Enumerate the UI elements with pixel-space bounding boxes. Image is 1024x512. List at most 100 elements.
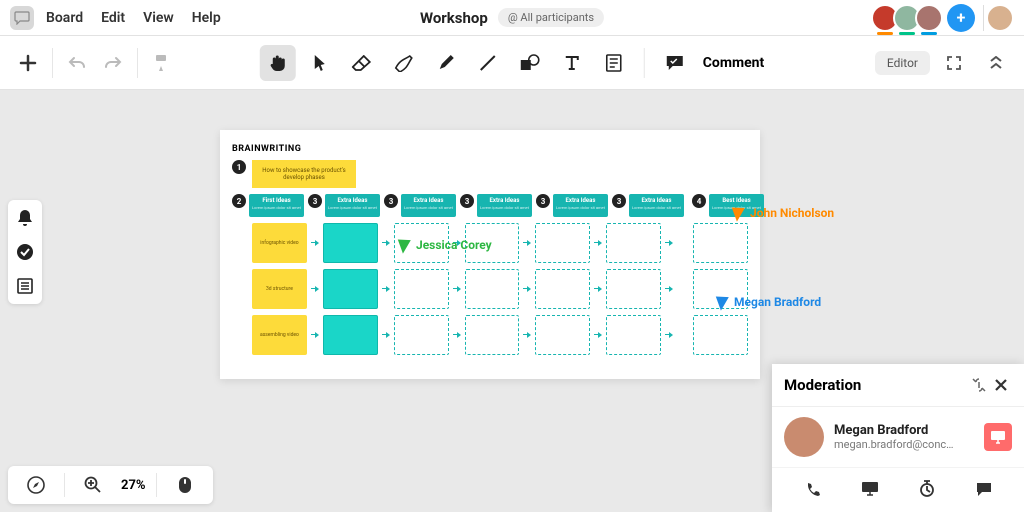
grid-cell[interactable] xyxy=(535,315,590,355)
grid-cell[interactable] xyxy=(535,223,590,263)
divider xyxy=(137,48,138,78)
fullscreen-button[interactable] xyxy=(936,45,972,81)
left-rail xyxy=(8,200,42,304)
present-button[interactable] xyxy=(984,423,1012,451)
list-icon[interactable] xyxy=(15,276,35,296)
mouse-icon[interactable] xyxy=(167,467,203,503)
moderation-panel: Moderation Megan Bradford megan.bradford… xyxy=(772,364,1024,512)
grid-cell[interactable] xyxy=(394,269,449,309)
add-participant-button[interactable]: + xyxy=(947,4,975,32)
close-icon[interactable] xyxy=(990,374,1012,396)
bottom-bar: 27% xyxy=(8,466,213,504)
grid-cell[interactable] xyxy=(394,223,449,263)
grid-cell[interactable] xyxy=(465,315,520,355)
step-dot: 4 xyxy=(692,194,706,208)
menubar: Board Edit View Help Workshop @ All part… xyxy=(0,0,1024,36)
column-header[interactable]: Extra IdeasLorem ipsum dolor sit amet xyxy=(325,194,380,217)
column-header[interactable]: First IdeasLorem ipsum dolor sit amet xyxy=(249,194,304,217)
grid-cell[interactable] xyxy=(323,315,378,355)
undo-button[interactable] xyxy=(59,45,95,81)
column-header[interactable]: Extra IdeasLorem ipsum dolor sit amet xyxy=(629,194,684,217)
divider xyxy=(64,473,65,497)
eraser-tool[interactable] xyxy=(344,45,380,81)
grid-cell[interactable] xyxy=(323,223,378,263)
step-dot: 3 xyxy=(536,194,550,208)
column-header[interactable]: Extra IdeasLorem ipsum dolor sit amet xyxy=(401,194,456,217)
timer-icon[interactable] xyxy=(914,476,940,502)
menu-help[interactable]: Help xyxy=(192,10,221,26)
menu-edit[interactable]: Edit xyxy=(101,10,125,26)
grid-cell[interactable] xyxy=(606,223,661,263)
menu-board[interactable]: Board xyxy=(46,10,83,26)
divider xyxy=(52,48,53,78)
hand-tool[interactable] xyxy=(260,45,296,81)
grid-cell[interactable]: 3d structure xyxy=(252,269,307,309)
comment-label: Comment xyxy=(703,55,764,71)
screen-icon[interactable] xyxy=(857,476,883,502)
toolbar-right: Editor xyxy=(875,45,1014,81)
avatar[interactable] xyxy=(784,417,824,457)
grid-cell[interactable] xyxy=(394,315,449,355)
step-dot: 3 xyxy=(460,194,474,208)
grid-cell[interactable] xyxy=(693,223,748,263)
zoom-level[interactable]: 27% xyxy=(121,478,146,493)
approve-icon[interactable] xyxy=(15,242,35,262)
compass-icon[interactable] xyxy=(18,467,54,503)
pen-tool[interactable] xyxy=(386,45,422,81)
grid-cell[interactable] xyxy=(693,315,748,355)
text-tool[interactable] xyxy=(554,45,590,81)
column-header[interactable]: Best IdeasLorem ipsum dolor sit amet xyxy=(709,194,764,217)
grid-row: infographic video xyxy=(232,223,748,263)
pointer-tool[interactable] xyxy=(302,45,338,81)
app-logo[interactable] xyxy=(10,6,34,30)
comment-tool[interactable] xyxy=(657,45,693,81)
template-title: BRAINWRITING xyxy=(232,144,748,154)
zoom-in-button[interactable] xyxy=(75,467,111,503)
grid-cell[interactable]: assembling video xyxy=(252,315,307,355)
grid-cell[interactable] xyxy=(693,269,748,309)
grid-cell[interactable] xyxy=(606,269,661,309)
column-header[interactable]: Extra IdeasLorem ipsum dolor sit amet xyxy=(477,194,532,217)
add-button[interactable] xyxy=(10,45,46,81)
grid-cell[interactable] xyxy=(465,223,520,263)
menu-view[interactable]: View xyxy=(143,10,174,26)
divider xyxy=(644,48,645,78)
participants-pill[interactable]: @ All participants xyxy=(498,8,604,27)
toolbar-tools: Comment xyxy=(260,45,764,81)
avatar-stack: + xyxy=(877,4,1014,32)
moderation-user-row: Megan Bradford megan.bradford@conc… xyxy=(772,407,1024,467)
grid-cell[interactable]: infographic video xyxy=(252,223,307,263)
format-painter-button[interactable] xyxy=(144,45,180,81)
grid-cell[interactable] xyxy=(323,269,378,309)
redo-button[interactable] xyxy=(95,45,131,81)
moderation-title: Moderation xyxy=(784,376,968,394)
board-title[interactable]: Workshop xyxy=(420,9,488,27)
grid-cell[interactable] xyxy=(606,315,661,355)
column-header[interactable]: Extra IdeasLorem ipsum dolor sit amet xyxy=(553,194,608,217)
line-tool[interactable] xyxy=(470,45,506,81)
self-avatar[interactable] xyxy=(986,4,1014,32)
toolbar: Comment Editor xyxy=(0,36,1024,90)
chat-icon[interactable] xyxy=(971,476,997,502)
prompt-card[interactable]: How to showcase the product's develop ph… xyxy=(252,160,356,188)
minimize-icon[interactable] xyxy=(968,374,990,396)
grid-cell[interactable] xyxy=(535,269,590,309)
call-icon[interactable] xyxy=(800,476,826,502)
marker-tool[interactable] xyxy=(428,45,464,81)
moderation-actions xyxy=(772,467,1024,512)
collapse-button[interactable] xyxy=(978,45,1014,81)
notifications-icon[interactable] xyxy=(15,208,35,228)
divider xyxy=(156,473,157,497)
step-dot: 3 xyxy=(612,194,626,208)
step-dot: 3 xyxy=(384,194,398,208)
menu-items: Board Edit View Help xyxy=(46,10,221,26)
grid-cell[interactable] xyxy=(465,269,520,309)
shape-tool[interactable] xyxy=(512,45,548,81)
menubar-center: Workshop @ All participants xyxy=(420,8,604,27)
role-selector[interactable]: Editor xyxy=(875,51,930,75)
whiteboard-canvas[interactable]: BRAINWRITING 1 How to showcase the produ… xyxy=(220,130,760,379)
user-name: Megan Bradford xyxy=(834,423,974,438)
column-headers: 2First IdeasLorem ipsum dolor sit amet3E… xyxy=(232,194,748,217)
note-tool[interactable] xyxy=(596,45,632,81)
avatar[interactable] xyxy=(915,4,943,32)
